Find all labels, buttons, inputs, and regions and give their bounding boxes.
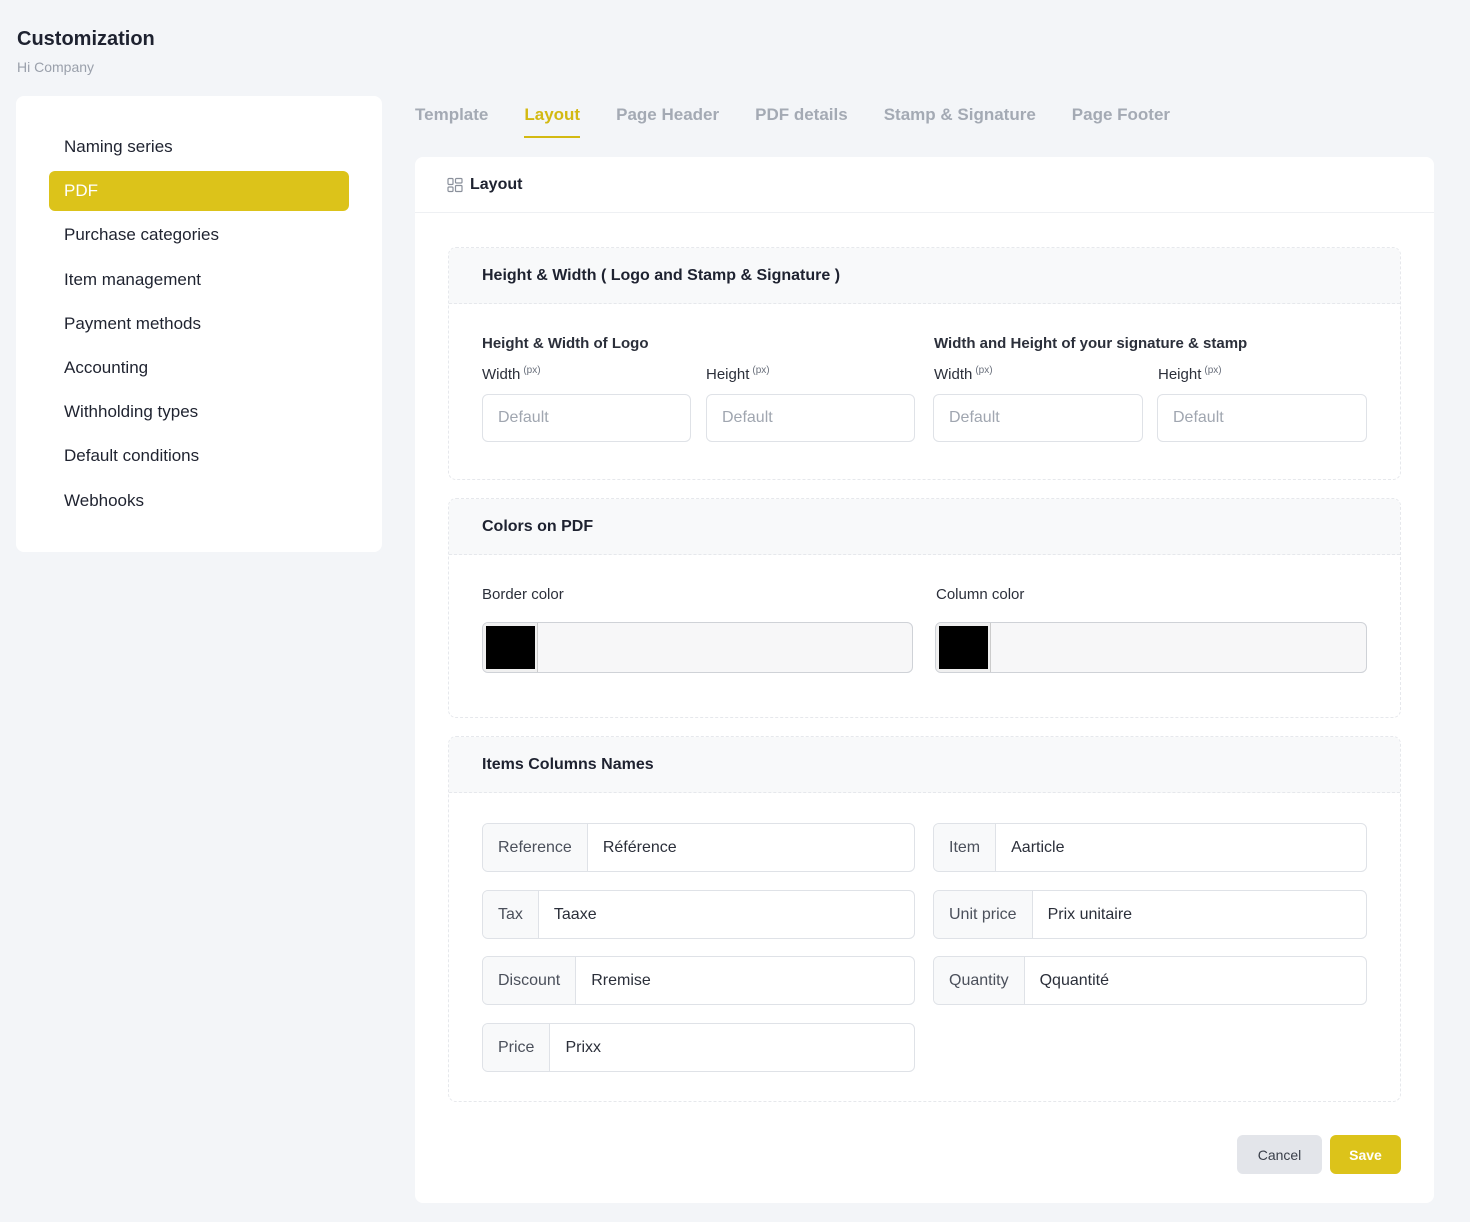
tab-page-footer[interactable]: Page Footer [1072,100,1170,138]
sidebar-item-naming-series[interactable]: Naming series [49,127,349,167]
logo-width-label: Width (px) [482,365,541,383]
column-field-input[interactable]: Qquantité [1025,957,1366,1004]
column-field-unit-price[interactable]: Unit price Prix unitaire [933,890,1367,939]
logo-group-label: Height & Width of Logo [482,335,649,352]
column-field-item[interactable]: Item Aarticle [933,823,1367,872]
column-field-discount[interactable]: Discount Rremise [482,956,915,1005]
column-field-label: Reference [483,824,588,871]
column-field-label: Item [934,824,997,871]
stamp-width-label: Width (px) [934,365,993,383]
page-title: Customization [17,28,155,50]
tab-template[interactable]: Template [415,100,488,138]
column-color-picker[interactable] [935,622,1367,673]
border-color-picker[interactable] [482,622,913,673]
column-field-quantity[interactable]: Quantity Qquantité [933,956,1367,1005]
column-color-swatch[interactable] [936,623,991,672]
column-field-reference[interactable]: Reference Référence [482,823,915,872]
stamp-height-label: Height (px) [1158,365,1222,383]
column-field-input[interactable]: Rremise [576,957,914,1004]
page-subtitle: Hi Company [17,59,95,75]
border-color-swatch[interactable] [483,623,538,672]
cancel-button[interactable]: Cancel [1237,1135,1322,1174]
logo-width-input[interactable]: Default [482,394,691,442]
logo-height-label: Height (px) [706,365,770,383]
column-color-label: Column color [936,586,1025,603]
column-field-label: Unit price [934,891,1033,938]
card-header: Layout [415,157,1434,213]
stamp-height-input[interactable]: Default [1157,394,1367,442]
logo-height-input[interactable]: Default [706,394,915,442]
section-title: Items Columns Names [449,737,1400,793]
columns-section: Items Columns Names Reference Référence … [448,736,1401,1102]
dimensions-section: Height & Width ( Logo and Stamp & Signat… [448,247,1401,480]
sidebar-item-pdf[interactable]: PDF [49,171,349,212]
column-field-input[interactable]: Référence [588,824,914,871]
colors-section: Colors on PDF Border color Column color [448,498,1401,718]
tab-bar: Template Layout Page Header PDF details … [415,100,1206,138]
tab-pdf-details[interactable]: PDF details [755,100,848,138]
tab-stamp-signature[interactable]: Stamp & Signature [884,100,1036,138]
column-field-input[interactable]: Aarticle [996,824,1366,871]
column-field-tax[interactable]: Tax Taaxe [482,890,915,939]
card-title: Layout [470,175,523,193]
sidebar-item-accounting[interactable]: Accounting [49,348,349,388]
column-field-label: Discount [483,957,577,1004]
layout-icon [447,177,463,192]
border-color-label: Border color [482,586,564,603]
column-field-label: Price [483,1024,551,1071]
stamp-width-input[interactable]: Default [933,394,1143,442]
stamp-group-label: Width and Height of your signature & sta… [934,335,1248,352]
layout-card: Layout Height & Width ( Logo and Stamp &… [415,157,1434,1203]
sidebar-item-webhooks[interactable]: Webhooks [49,481,349,521]
tab-layout[interactable]: Layout [524,100,581,138]
sidebar-item-withholding-types[interactable]: Withholding types [49,392,349,432]
section-title: Colors on PDF [449,499,1400,555]
sidebar-item-purchase-categories[interactable]: Purchase categories [49,215,349,255]
column-field-input[interactable]: Prixx [550,1024,914,1071]
column-field-label: Quantity [934,957,1025,1004]
sidebar: Naming series PDF Purchase categories It… [16,96,382,552]
sidebar-item-item-management[interactable]: Item management [49,260,349,300]
section-title: Height & Width ( Logo and Stamp & Signat… [449,248,1400,304]
save-button[interactable]: Save [1330,1135,1401,1174]
sidebar-item-payment-methods[interactable]: Payment methods [49,304,349,344]
column-field-input[interactable]: Prix unitaire [1033,891,1366,938]
tab-page-header[interactable]: Page Header [616,100,719,138]
column-field-price[interactable]: Price Prixx [482,1023,915,1072]
sidebar-item-default-conditions[interactable]: Default conditions [49,436,349,476]
column-field-input[interactable]: Taaxe [539,891,914,938]
column-field-label: Tax [483,891,539,938]
